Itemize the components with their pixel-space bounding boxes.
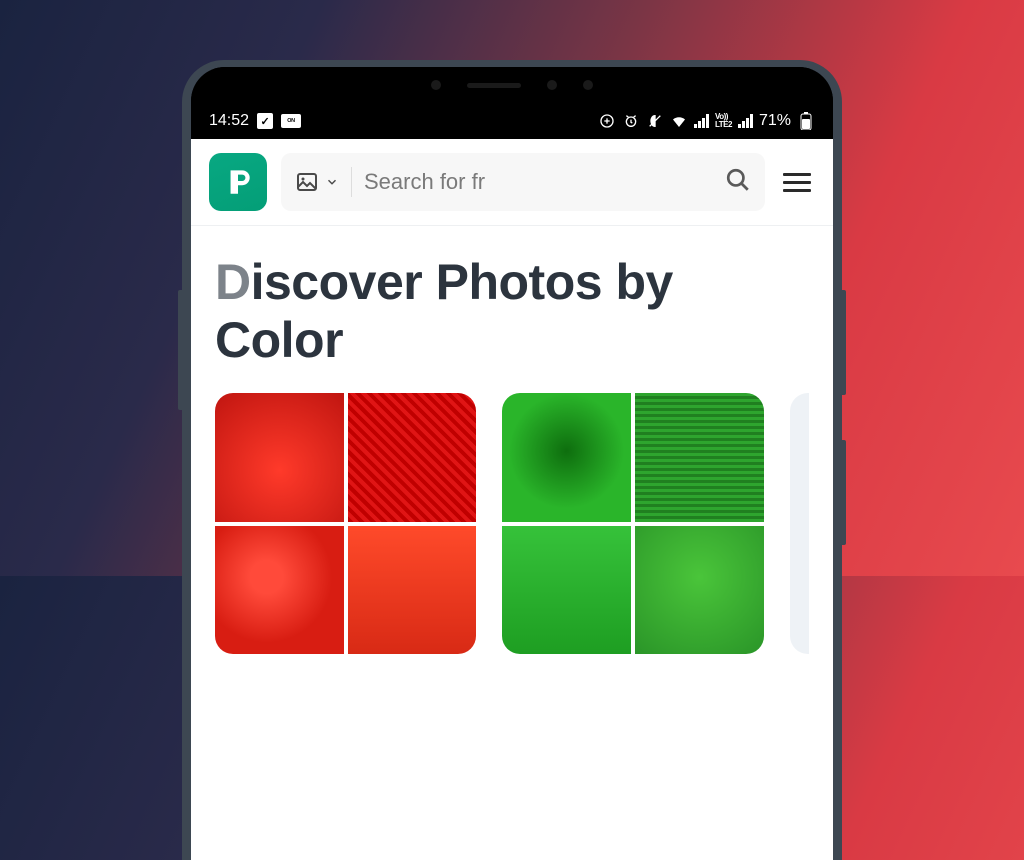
battery-percent: 71%	[759, 112, 791, 130]
color-tile-green[interactable]	[502, 393, 763, 654]
data-saver-icon	[598, 112, 616, 130]
status-bar: 14:52 ✓ ᴼᴺ Vo))LTE2	[191, 103, 833, 139]
pexels-logo[interactable]	[209, 153, 267, 211]
thumbnail	[635, 526, 764, 655]
chevron-down-icon	[325, 175, 339, 189]
network-label: Vo))LTE2	[715, 113, 732, 129]
captions-status-icon: ᴼᴺ	[281, 114, 301, 128]
image-icon	[295, 170, 319, 194]
status-time: 14:52	[209, 112, 249, 130]
color-tile-red[interactable]	[215, 393, 476, 654]
thumbnail	[348, 393, 477, 522]
battery-icon	[797, 112, 815, 130]
thumbnail	[502, 526, 631, 655]
signal-icon	[694, 114, 709, 128]
mute-icon	[646, 112, 664, 130]
sensor-icon	[583, 80, 593, 90]
thumbnail	[348, 526, 477, 655]
phone-side-button-right-2	[842, 440, 846, 545]
phone-side-button-left	[178, 290, 182, 410]
divider	[351, 167, 352, 197]
thumbnail	[635, 393, 764, 522]
phone-frame: 14:52 ✓ ᴼᴺ Vo))LTE2	[182, 60, 842, 860]
page-title: Discover Photos by Color	[191, 226, 833, 393]
color-tile-more[interactable]	[790, 393, 809, 654]
wifi-icon	[670, 112, 688, 130]
signal-icon	[738, 114, 753, 128]
thumbnail	[215, 526, 344, 655]
app-content: Search for fr Discover Photos by Color	[191, 139, 833, 860]
search-icon[interactable]	[725, 167, 751, 198]
menu-button[interactable]	[779, 169, 815, 196]
thumbnail	[502, 393, 631, 522]
thumbnail	[215, 393, 344, 522]
search-box[interactable]: Search for fr	[281, 153, 765, 211]
search-type-selector[interactable]	[295, 170, 339, 194]
app-header: Search for fr	[191, 139, 833, 226]
sensor-icon	[431, 80, 441, 90]
sensor-icon	[547, 80, 557, 90]
search-input[interactable]: Search for fr	[364, 169, 713, 195]
phone-notch	[191, 67, 833, 103]
speaker-icon	[467, 83, 521, 88]
phone-screen: 14:52 ✓ ᴼᴺ Vo))LTE2	[191, 67, 833, 860]
phone-side-button-right-1	[842, 290, 846, 395]
alarm-icon	[622, 112, 640, 130]
checkbox-status-icon: ✓	[257, 113, 273, 129]
color-discovery-row	[191, 393, 833, 654]
